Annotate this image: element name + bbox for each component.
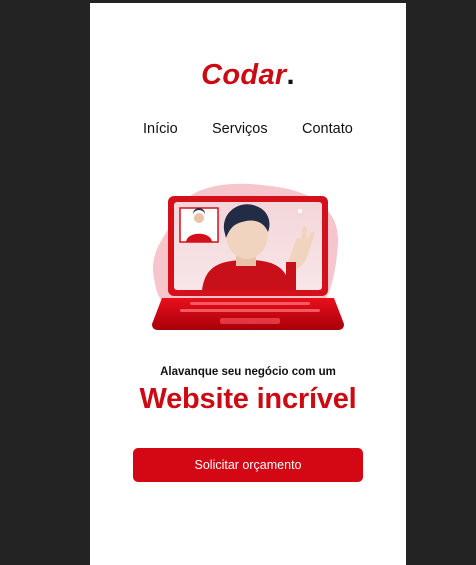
brand-dot: . [286, 59, 295, 91]
page-container: Codar. Início Serviços Contato Alavanque… [90, 3, 406, 565]
nav-link-contato[interactable]: Contato [302, 121, 353, 137]
hero-tagline: Alavanque seu negócio com um [160, 366, 336, 378]
brand-logo[interactable]: Codar. [90, 59, 406, 92]
brand-name: Codar [201, 59, 287, 91]
nav-link-inicio[interactable]: Início [143, 121, 178, 137]
video-call-laptop-icon [152, 183, 344, 330]
request-quote-button[interactable]: Solicitar orçamento [133, 448, 363, 482]
nav-link-servicos[interactable]: Serviços [212, 121, 268, 137]
hero-headline: Website incrível [139, 383, 357, 415]
